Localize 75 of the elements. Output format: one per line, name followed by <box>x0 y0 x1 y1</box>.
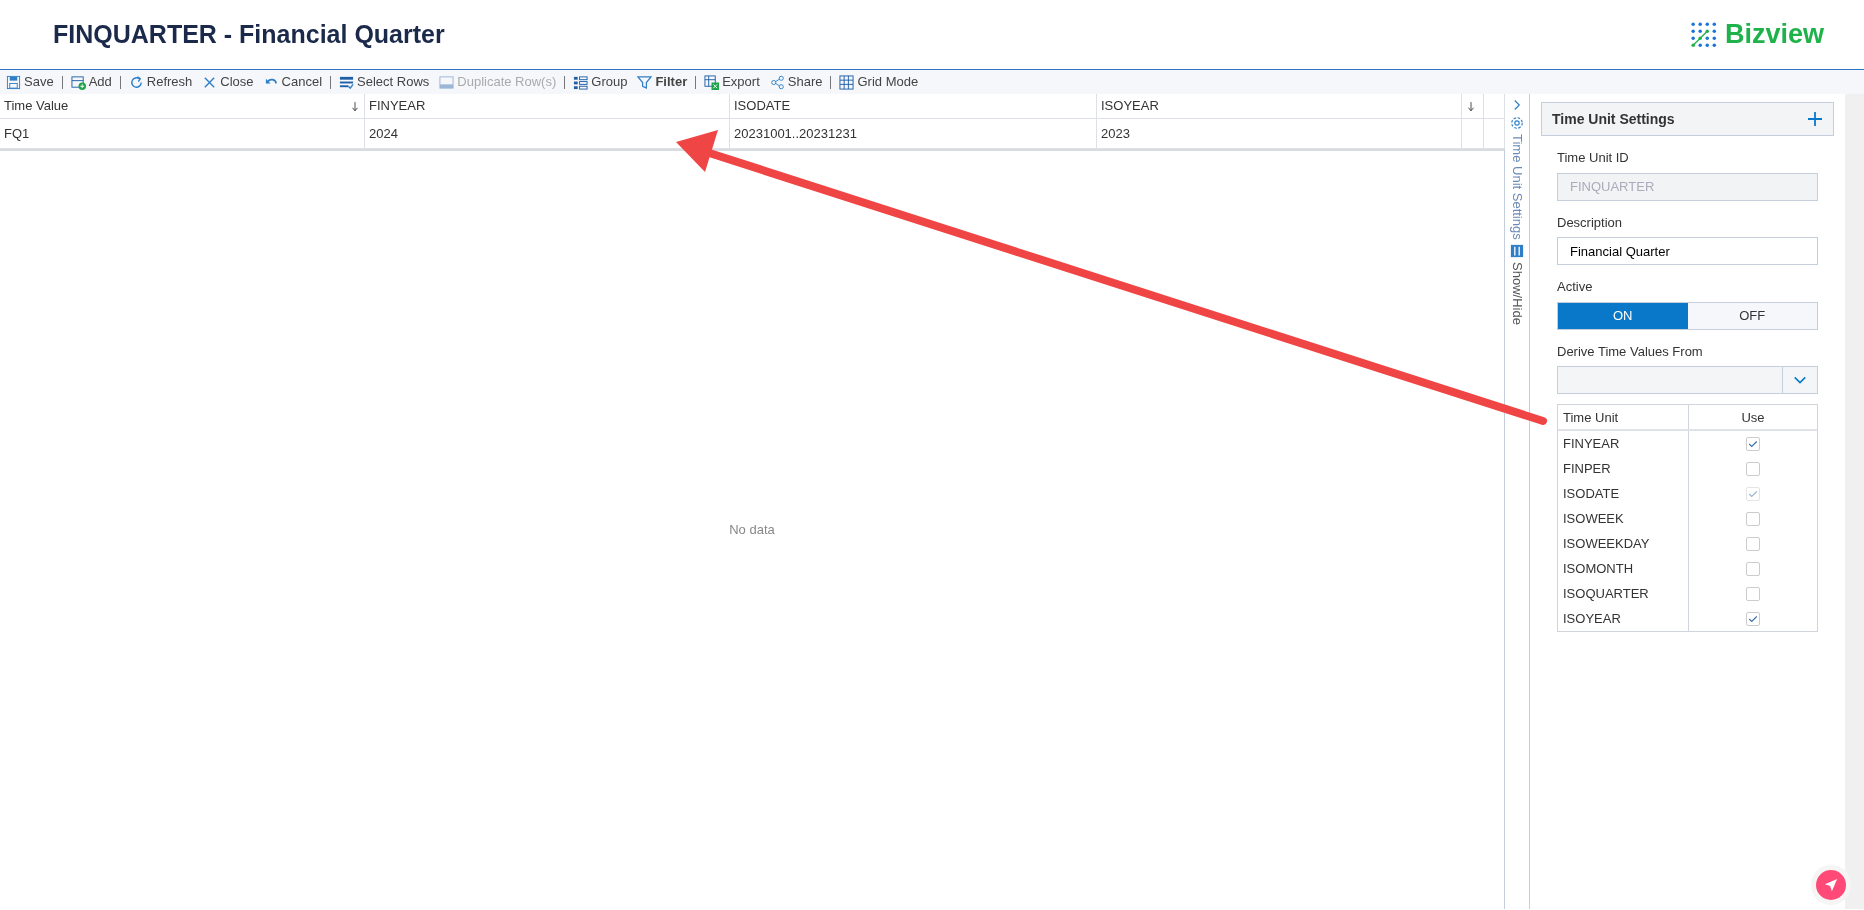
field-label: Active <box>1557 278 1594 296</box>
table-cell: ISOMONTH <box>1558 556 1689 582</box>
table-cell: ISOQUARTER <box>1558 581 1689 607</box>
table-cell: ISOYEAR <box>1558 606 1689 632</box>
field-label: Time Unit ID <box>1557 149 1630 167</box>
column-header[interactable]: ISOYEAR <box>1097 94 1462 119</box>
table-cell: ISODATE <box>1558 481 1689 507</box>
logo-dots-icon <box>1690 21 1717 48</box>
checkbox[interactable] <box>1746 511 1760 526</box>
column-title: Time Value <box>4 97 69 116</box>
refresh-icon <box>128 74 144 90</box>
table-cell: FINPER <box>1558 456 1689 482</box>
toolbar-button[interactable]: Grid Mode <box>837 72 921 92</box>
column-header[interactable] <box>1462 94 1484 119</box>
checkbox[interactable] <box>1746 436 1760 451</box>
toolbar-button[interactable]: Close <box>200 72 256 92</box>
filter-icon <box>637 74 653 90</box>
grid-icon <box>839 74 855 90</box>
column-header <box>1484 94 1505 119</box>
group-icon <box>573 74 589 90</box>
dropdown-field[interactable] <box>1557 366 1818 394</box>
logo-text: Bizview <box>1724 18 1824 52</box>
toolbar-button[interactable]: Add <box>68 72 114 92</box>
toolbar-button[interactable]: Select Rows <box>337 72 432 92</box>
settings-icon <box>1510 116 1524 130</box>
checkbox[interactable] <box>1746 461 1760 476</box>
table-cell: FQ1 <box>0 119 365 149</box>
checkbox[interactable] <box>1746 611 1760 626</box>
checkbox[interactable] <box>1746 536 1760 551</box>
empty-message: No data <box>729 521 775 540</box>
save-icon <box>6 74 21 90</box>
table-cell: ISOWEEKDAY <box>1558 531 1689 557</box>
table-cell: 2023 <box>1097 119 1462 149</box>
table-cell: ISOWEEK <box>1558 506 1689 532</box>
check-icon <box>1748 488 1758 499</box>
toolbar-button[interactable]: Export <box>702 72 762 92</box>
column-title: ISODATE <box>734 97 791 116</box>
page-title: FINQUARTER - Financial Quarter <box>53 18 445 50</box>
field-label: Derive Time Values From <box>1557 342 1704 361</box>
checkbox[interactable] <box>1746 586 1760 601</box>
check-icon <box>1748 613 1758 624</box>
toggle-option[interactable]: ON <box>1558 302 1688 329</box>
toolbar-button[interactable]: Group <box>571 72 630 92</box>
settings-tab[interactable]: Time Unit Settings <box>1507 116 1527 240</box>
duplicate-rows-icon <box>439 74 455 90</box>
toolbar-button[interactable]: Cancel <box>261 72 325 92</box>
table-cell: 20231001..20231231 <box>730 119 1097 149</box>
column-header[interactable]: Time Value <box>0 94 365 119</box>
share-icon <box>769 74 785 90</box>
column-title: ISOYEAR <box>1101 97 1159 116</box>
toolbar-button[interactable]: Refresh <box>126 72 195 92</box>
show-hide-tab[interactable]: Show/Hide <box>1507 243 1527 325</box>
checkbox[interactable] <box>1746 561 1760 576</box>
column-title: FINYEAR <box>369 97 426 116</box>
columns-icon <box>1510 243 1524 258</box>
toolbar-button[interactable]: Save <box>4 72 56 92</box>
navigation-arrow-icon <box>1824 878 1838 892</box>
check-icon <box>1748 438 1758 449</box>
toggle-option[interactable]: OFF <box>1687 302 1817 329</box>
column-header[interactable]: FINYEAR <box>365 94 730 119</box>
rows-check-icon <box>339 74 355 90</box>
spreadsheet-export-icon <box>704 74 720 90</box>
input-field[interactable]: Financial Quarter <box>1557 237 1818 265</box>
scrollbar[interactable] <box>1845 94 1864 909</box>
table-cell: FINYEAR <box>1558 431 1689 457</box>
column-header: Use <box>1740 409 1766 427</box>
column-header[interactable]: ISODATE <box>730 94 1097 119</box>
field-label: Description <box>1557 213 1624 232</box>
toolbar-button[interactable]: Share <box>767 72 825 92</box>
add-button[interactable] <box>1807 111 1823 127</box>
panel-title: Time Unit Settings <box>1552 109 1675 129</box>
plus-icon <box>1807 111 1823 127</box>
column-header: Time Unit <box>1558 405 1689 429</box>
toolbar-button[interactable]: Filter <box>635 72 690 92</box>
table-add-icon <box>70 74 86 90</box>
